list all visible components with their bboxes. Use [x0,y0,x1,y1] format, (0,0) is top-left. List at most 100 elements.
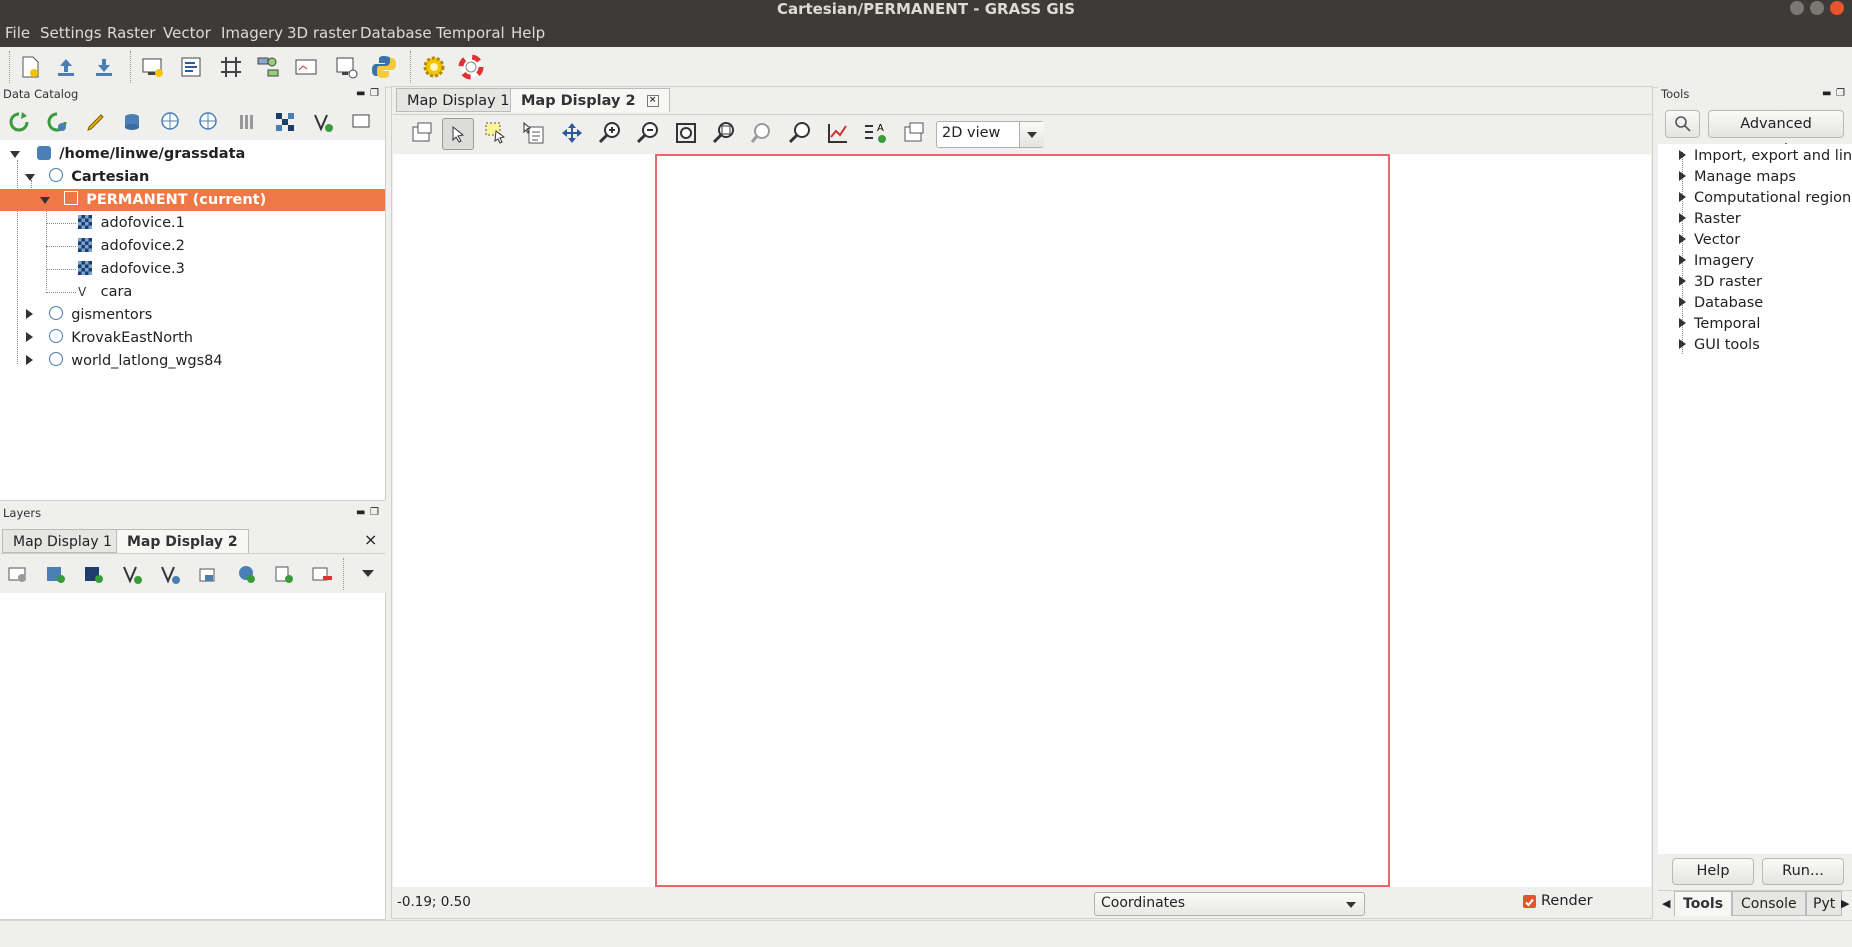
map-3d-icon[interactable] [291,52,321,82]
tree-location[interactable]: KrovakEastNorth [26,327,193,349]
run-button[interactable]: Run... [1762,858,1844,885]
tools-item[interactable]: Vector [1679,230,1740,251]
map-tab-display-2[interactable]: Map Display 2 × [510,88,670,112]
tools-item[interactable]: Raster [1679,209,1741,230]
add-overlay-icon[interactable] [193,559,223,589]
georectifier-icon[interactable] [216,52,246,82]
help-icon[interactable] [456,52,486,82]
graphical-modeler-icon[interactable] [253,52,283,82]
close-layers-tab-icon[interactable]: × [364,530,377,549]
menu-imagery[interactable]: Imagery [221,24,283,42]
map-canvas[interactable] [393,154,1651,887]
minimize-icon[interactable] [1790,1,1804,15]
add-web-service-icon[interactable] [231,559,261,589]
reload-icon[interactable] [4,107,34,137]
panel-minimize-icon[interactable]: ▬ [1822,88,1831,99]
pan-icon[interactable] [557,118,587,148]
layers-tree[interactable] [0,593,386,920]
render-checkbox[interactable] [1523,895,1536,908]
panel-float-icon[interactable]: ❐ [370,88,379,99]
layers-tab-display-2[interactable]: Map Display 2 [116,529,249,553]
tab-scroll-left-icon[interactable]: ◀ [1662,897,1670,910]
tab-tools[interactable]: Tools [1674,891,1733,916]
map-tab-display-1[interactable]: Map Display 1 [396,88,521,112]
pointer-icon[interactable] [442,118,474,150]
menu-3d-raster[interactable]: 3D raster [287,24,357,42]
help-button[interactable]: Help [1672,858,1754,885]
statusbar-mode-select[interactable]: Coordinates [1094,892,1365,916]
display-map-icon[interactable] [407,118,437,148]
python-shell-icon[interactable] [369,52,399,82]
panel-minimize-icon[interactable]: ▬ [356,507,365,518]
panel-float-icon[interactable]: ❐ [1836,88,1845,99]
tree-layer[interactable]: adofovice.1 [78,212,185,234]
collapse-arrow-icon[interactable] [10,151,20,158]
expand-arrow-icon[interactable] [26,332,33,342]
vector-map-icon[interactable] [308,107,338,137]
search-button[interactable] [1665,110,1700,138]
menu-database[interactable]: Database [360,24,432,42]
zoom-extent-icon[interactable] [671,118,701,148]
zoom-menu-icon[interactable] [785,118,815,148]
tree-layer[interactable]: adofovice.3 [78,258,185,280]
menu-raster[interactable]: Raster [107,24,155,42]
zoom-region-icon[interactable] [709,118,739,148]
panel-minimize-icon[interactable]: ▬ [356,88,365,99]
add-group-icon[interactable] [269,559,299,589]
close-tab-icon[interactable]: × [646,95,659,107]
tools-item[interactable]: GUI tools [1679,335,1760,356]
tools-item[interactable]: Temporal [1679,314,1760,335]
add-raster-icon[interactable] [41,559,71,589]
tab-scroll-right-icon[interactable]: ▶ [1841,897,1849,910]
select-icon[interactable] [481,118,511,148]
tab-console[interactable]: Console [1732,891,1806,916]
view-mode-select[interactable]: 2D view [936,121,1044,148]
expand-arrow-icon[interactable] [26,309,33,319]
add-map-layer-icon[interactable] [3,559,33,589]
add-raster-misc-icon[interactable] [79,559,109,589]
tab-python[interactable]: Pyt [1806,891,1842,916]
add-location-icon[interactable] [156,107,186,137]
open-workspace-icon[interactable] [51,52,81,82]
remove-layer-icon[interactable] [307,559,337,589]
map-decorations-icon[interactable]: A [861,118,891,148]
tree-layer[interactable]: V cara [78,281,132,303]
panel-float-icon[interactable]: ❐ [370,507,379,518]
cartographic-composer-icon[interactable] [176,52,206,82]
display-layer-icon[interactable] [346,107,376,137]
tools-item[interactable]: Import, export and lin [1679,146,1852,167]
save-display-icon[interactable] [899,118,929,148]
tools-item[interactable]: Database [1679,293,1763,314]
save-workspace-icon[interactable] [89,52,119,82]
new-workspace-icon[interactable] [15,52,45,82]
collapse-arrow-icon[interactable] [40,197,50,204]
zoom-out-icon[interactable] [633,118,663,148]
tree-location[interactable]: gismentors [26,304,152,326]
query-icon[interactable] [519,118,549,148]
tools-item[interactable]: Imagery [1679,251,1754,272]
collapse-arrow-icon[interactable] [25,174,35,181]
add-vector-icon[interactable] [117,559,147,589]
menu-settings[interactable]: Settings [40,24,102,42]
raster-map-icon[interactable] [270,107,300,137]
menu-temporal[interactable]: Temporal [436,24,505,42]
zoom-back-icon[interactable] [747,118,777,148]
zoom-in-icon[interactable] [595,118,625,148]
toolbar-more-icon[interactable] [353,559,383,589]
menu-help[interactable]: Help [511,24,545,42]
tree-location-cartesian[interactable]: Cartesian [25,166,149,188]
analyze-icon[interactable] [823,118,853,148]
chevron-down-icon[interactable] [1019,122,1044,147]
reload-mapset-icon[interactable] [42,107,72,137]
menu-file[interactable]: File [5,24,30,42]
map-composer-icon[interactable] [331,52,361,82]
tree-mapset-permanent[interactable]: PERMANENT (current) [0,189,385,211]
add-vector-misc-icon[interactable] [155,559,185,589]
tree-layer[interactable]: adofovice.2 [78,235,185,257]
add-mapset-icon[interactable] [232,107,262,137]
edit-pencil-icon[interactable] [80,107,110,137]
layers-tab-display-1[interactable]: Map Display 1 [2,529,123,553]
maximize-icon[interactable] [1810,1,1824,15]
add-database-icon[interactable] [118,107,148,137]
settings-icon[interactable] [419,52,449,82]
